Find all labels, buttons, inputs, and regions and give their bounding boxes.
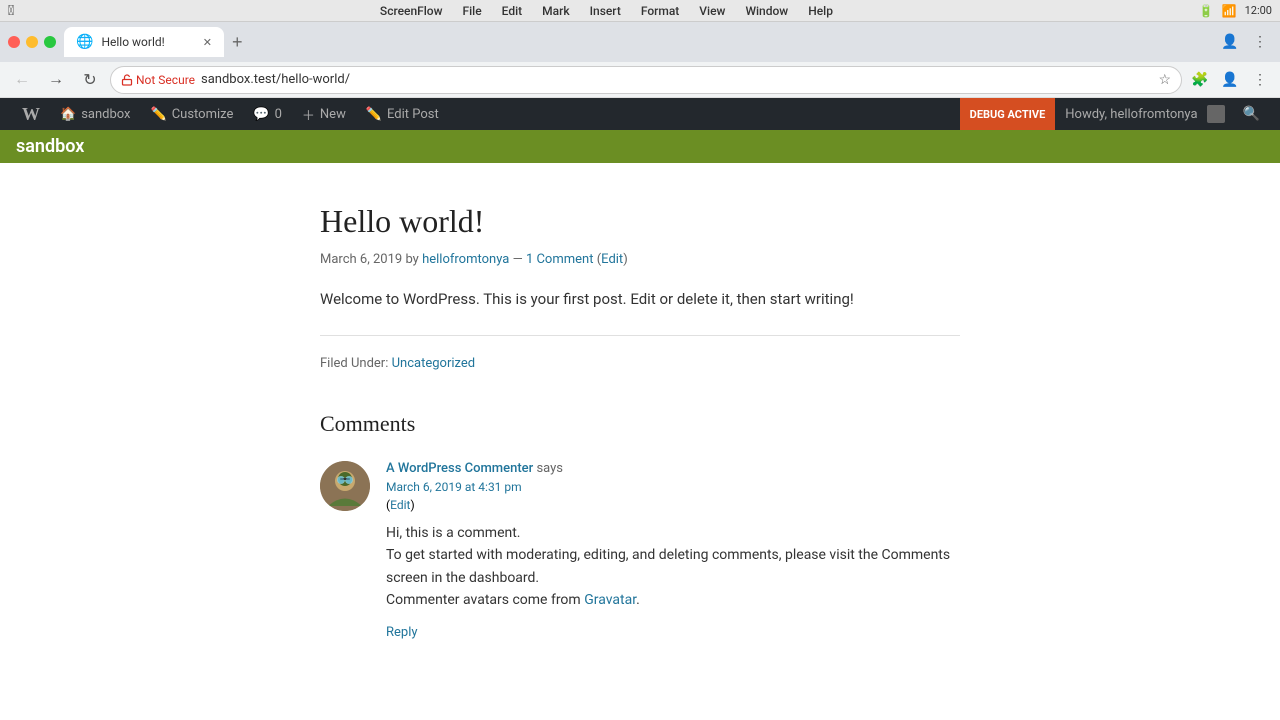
bookmark-icon[interactable]: ☆: [1158, 72, 1171, 88]
wp-comments-button[interactable]: 💬 0: [243, 98, 292, 130]
forward-button[interactable]: →: [42, 66, 70, 94]
new-plus-icon: ＋: [302, 105, 315, 124]
macos-menu[interactable]: ScreenFlow File Edit Mark Insert Format …: [14, 4, 1198, 18]
menu-format[interactable]: Format: [641, 4, 679, 18]
post-content: Welcome to WordPress. This is your first…: [320, 287, 960, 311]
tab-favicon-icon: 🌐: [76, 34, 93, 50]
wp-admin-bar[interactable]: W 🏠 sandbox ✏️ Customize 💬 0 ＋ New ✏️ Ed…: [0, 98, 1280, 130]
not-secure-indicator: Not Secure: [121, 73, 195, 87]
chrome-profile-icon[interactable]: 👤: [1218, 30, 1242, 54]
menu-help[interactable]: Help: [808, 4, 833, 18]
comment-item: A WordPress Commenter says March 6, 2019…: [320, 461, 960, 640]
filed-under-label: Filed Under:: [320, 356, 388, 371]
site-name[interactable]: sandbox: [16, 136, 84, 157]
comments-bubble-icon: 💬: [253, 107, 269, 122]
comment-edit-line: (Edit): [386, 498, 960, 512]
comment-author-line: A WordPress Commenter says: [386, 461, 960, 476]
comment-text: Hi, this is a comment. To get started wi…: [386, 522, 960, 612]
menu-view[interactable]: View: [699, 4, 725, 18]
post-author-link[interactable]: hellofromtonya: [422, 252, 509, 267]
maximize-window-button[interactable]: [44, 36, 56, 48]
post-by: by: [405, 252, 418, 267]
comment-edit-link[interactable]: Edit: [390, 498, 410, 512]
menu-file[interactable]: File: [463, 4, 482, 18]
tab-close-button[interactable]: ✕: [203, 36, 212, 49]
tab-title: Hello world!: [101, 35, 164, 49]
menu-insert[interactable]: Insert: [590, 4, 621, 18]
post-divider: [320, 335, 960, 336]
comment-text-line2: To get started with moderating, editing,…: [386, 544, 960, 589]
tab-bar[interactable]: 🌐 Hello world! ✕ +: [64, 27, 1210, 57]
wp-admin-bar-right[interactable]: DEBUG ACTIVE Howdy, hellofromtonya 🔍: [960, 98, 1268, 130]
post-content-text: Welcome to WordPress. This is your first…: [320, 287, 960, 311]
comment-text-line3: Commenter avatars come from Gravatar.: [386, 589, 960, 611]
comments-heading: Comments: [320, 411, 960, 437]
minimize-window-button[interactable]: [26, 36, 38, 48]
refresh-button[interactable]: ↻: [76, 66, 104, 94]
post-footer: Filed Under: Uncategorized: [320, 356, 960, 371]
comment-body: A WordPress Commenter says March 6, 2019…: [386, 461, 960, 640]
traffic-lights[interactable]: [8, 36, 56, 48]
comment-avatar: [320, 461, 370, 511]
user-avatar-icon: [1207, 105, 1225, 123]
comment-reply[interactable]: Reply: [386, 624, 960, 640]
menu-window[interactable]: Window: [745, 4, 788, 18]
wp-user-button[interactable]: Howdy, hellofromtonya: [1055, 98, 1234, 130]
wp-site-name-button[interactable]: 🏠 sandbox: [50, 98, 141, 130]
lock-open-icon: [121, 74, 133, 86]
gravatar-link[interactable]: Gravatar: [584, 592, 636, 608]
menu-mark[interactable]: Mark: [542, 4, 569, 18]
menu-screenflow[interactable]: ScreenFlow: [380, 4, 443, 18]
wp-edit-post-button[interactable]: ✏️ Edit Post: [356, 98, 449, 130]
post-meta: March 6, 2019 by hellofromtonya — 1 Comm…: [320, 252, 960, 267]
url-bar[interactable]: Not Secure sandbox.test/hello-world/ ☆: [110, 66, 1182, 94]
comment-author-link[interactable]: A WordPress Commenter: [386, 461, 533, 476]
edit-icon: ✏️: [366, 107, 382, 122]
close-window-button[interactable]: [8, 36, 20, 48]
post-edit-link[interactable]: Edit: [601, 252, 623, 267]
post-title: Hello world!: [320, 203, 960, 240]
macos-status-icons: 🔋 📶 12:00: [1199, 4, 1272, 18]
chrome-nav-bar[interactable]: ← → ↻ Not Secure sandbox.test/hello-worl…: [0, 62, 1280, 98]
chrome-window-controls[interactable]: 👤 ⋮: [1218, 30, 1272, 54]
reply-link[interactable]: Reply: [386, 625, 418, 640]
debug-active-button[interactable]: DEBUG ACTIVE: [960, 98, 1056, 130]
chrome-title-bar: 🌐 Hello world! ✕ + 👤 ⋮: [0, 22, 1280, 62]
gravatar-icon: [320, 461, 370, 511]
wp-customize-button[interactable]: ✏️ Customize: [141, 98, 244, 130]
comment-says: says: [536, 461, 563, 476]
comment-text-line1: Hi, this is a comment.: [386, 522, 960, 544]
macos-menubar:  ScreenFlow File Edit Mark Insert Forma…: [0, 0, 1280, 22]
profile-avatar-icon[interactable]: 👤: [1218, 68, 1242, 92]
wp-new-button[interactable]: ＋ New: [292, 98, 356, 130]
customize-icon: ✏️: [151, 107, 167, 122]
wp-search-button[interactable]: 🔍: [1235, 106, 1268, 122]
category-link[interactable]: Uncategorized: [392, 356, 475, 371]
wp-logo-button[interactable]: W: [12, 98, 50, 130]
chrome-toolbar-icons[interactable]: 🧩 👤 ⋮: [1188, 68, 1272, 92]
wordpress-icon: W: [22, 104, 40, 125]
extensions-icon[interactable]: 🧩: [1188, 68, 1212, 92]
post-date: March 6, 2019: [320, 252, 402, 267]
new-tab-button[interactable]: +: [228, 32, 247, 53]
main-content: Hello world! March 6, 2019 by hellofromt…: [300, 163, 980, 700]
chrome-menu-icon[interactable]: ⋮: [1248, 30, 1272, 54]
site-header: sandbox: [0, 130, 1280, 163]
comment-date: March 6, 2019 at 4:31 pm: [386, 480, 960, 494]
wp-site-icon: 🏠: [60, 107, 76, 122]
active-tab[interactable]: 🌐 Hello world! ✕: [64, 27, 224, 57]
chrome-settings-icon[interactable]: ⋮: [1248, 68, 1272, 92]
post-comment-count-link[interactable]: 1 Comment: [526, 252, 594, 267]
url-text[interactable]: sandbox.test/hello-world/: [201, 72, 1152, 87]
comment-date-link[interactable]: March 6, 2019 at 4:31 pm: [386, 480, 522, 494]
menu-edit[interactable]: Edit: [502, 4, 522, 18]
wp-admin-bar-left[interactable]: W 🏠 sandbox ✏️ Customize 💬 0 ＋ New ✏️ Ed…: [12, 98, 449, 130]
back-button[interactable]: ←: [8, 66, 36, 94]
